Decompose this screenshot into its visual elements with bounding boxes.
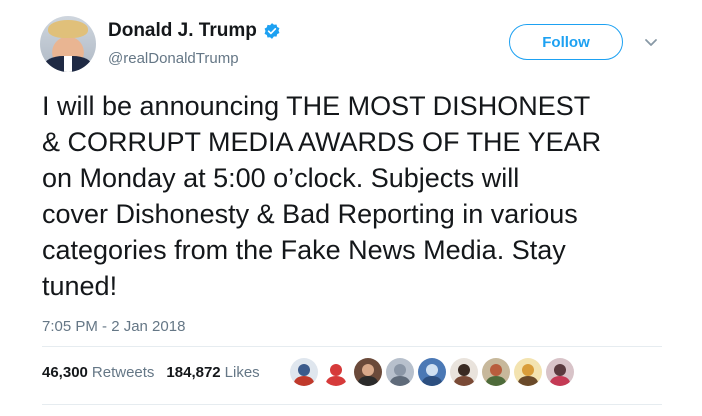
retweets-label[interactable]: Retweets <box>92 364 155 381</box>
tweet-stats: 46,300 Retweets 184,872 Likes <box>42 364 272 381</box>
avatar-hair <box>48 20 88 38</box>
liker-avatar-head <box>362 364 374 376</box>
liker-avatar-body <box>422 376 442 386</box>
likes-count[interactable]: 184,872 <box>166 364 220 381</box>
liker-avatar[interactable] <box>290 358 318 386</box>
follow-button[interactable]: Follow <box>509 24 623 60</box>
avatar-shirt <box>64 56 72 72</box>
liker-avatar-body <box>390 376 410 386</box>
liker-avatar-head <box>394 364 406 376</box>
liker-avatar-body <box>294 376 314 386</box>
divider-top <box>42 346 662 347</box>
liker-avatar-body <box>550 376 570 386</box>
liker-avatar-body <box>358 376 378 386</box>
author-handle[interactable]: @realDonaldTrump <box>108 50 239 67</box>
liker-avatar-head <box>554 364 566 376</box>
tweet-text: I will be announcing THE MOST DISHONEST … <box>42 91 602 301</box>
liker-avatar[interactable] <box>482 358 510 386</box>
liker-avatars <box>290 358 574 386</box>
liker-avatar[interactable] <box>354 358 382 386</box>
retweets-count[interactable]: 46,300 <box>42 364 88 381</box>
liker-avatar-body <box>454 376 474 386</box>
verified-badge-icon <box>264 23 280 39</box>
chevron-down-icon[interactable] <box>644 38 658 48</box>
liker-avatar-body <box>326 376 346 386</box>
liker-avatar[interactable] <box>450 358 478 386</box>
liker-avatar-body <box>486 376 506 386</box>
liker-avatar[interactable] <box>322 358 350 386</box>
author-avatar[interactable] <box>40 16 96 72</box>
liker-avatar-head <box>298 364 310 376</box>
liker-avatar-head <box>458 364 470 376</box>
tweet-timestamp[interactable]: 7:05 PM - 2 Jan 2018 <box>42 318 185 335</box>
liker-avatar[interactable] <box>418 358 446 386</box>
tweet-card: Donald J. Trump @realDonaldTrump Follow … <box>0 0 702 416</box>
liker-avatar-head <box>490 364 502 376</box>
liker-avatar[interactable] <box>546 358 574 386</box>
liker-avatar-head <box>330 364 342 376</box>
likes-label[interactable]: Likes <box>225 364 260 381</box>
divider-bottom <box>42 404 662 405</box>
author-display-name[interactable]: Donald J. Trump <box>108 20 257 42</box>
author-name-row: Donald J. Trump <box>108 20 281 42</box>
liker-avatar-head <box>426 364 438 376</box>
liker-avatar-head <box>522 364 534 376</box>
liker-avatar[interactable] <box>386 358 414 386</box>
liker-avatar-body <box>518 376 538 386</box>
liker-avatar[interactable] <box>514 358 542 386</box>
